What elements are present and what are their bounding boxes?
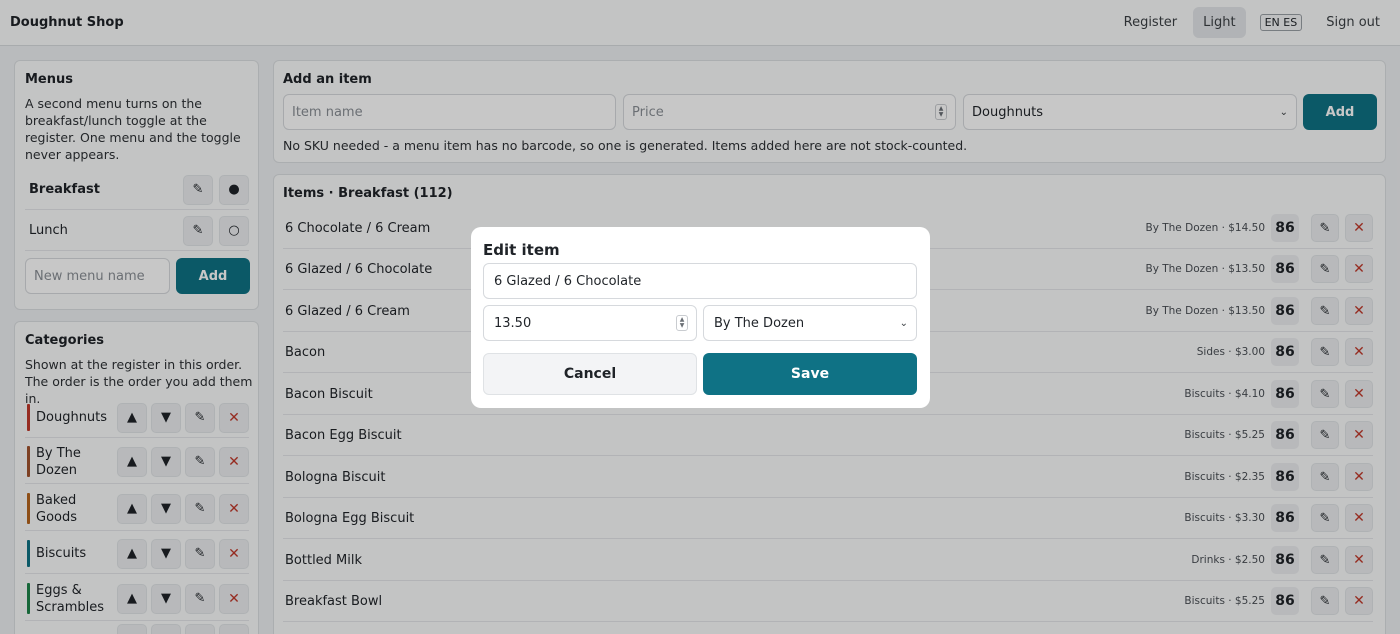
edit-item-price-input[interactable]: 13.50 ▲ ▼: [483, 305, 697, 341]
edit-item-name-value: 6 Glazed / 6 Chocolate: [494, 273, 642, 289]
number-spinner-icon[interactable]: ▲ ▼: [676, 315, 688, 331]
save-button[interactable]: Save: [703, 353, 917, 395]
edit-item-dialog: Edit item 6 Glazed / 6 Chocolate 13.50 ▲…: [471, 227, 930, 408]
edit-item-title: Edit item: [483, 241, 560, 259]
cancel-button[interactable]: Cancel: [483, 353, 697, 395]
edit-item-price-value: 13.50: [494, 315, 532, 331]
chevron-down-icon: ⌄: [899, 317, 908, 329]
edit-item-category-select[interactable]: By The Dozen ⌄: [703, 305, 917, 341]
edit-item-name-input[interactable]: 6 Glazed / 6 Chocolate: [483, 263, 917, 299]
edit-item-category-value: By The Dozen: [714, 315, 805, 331]
